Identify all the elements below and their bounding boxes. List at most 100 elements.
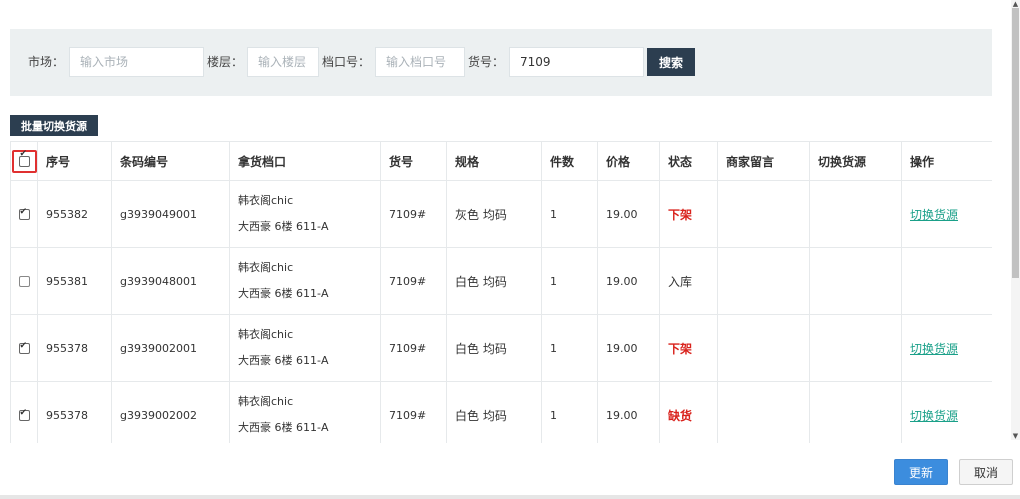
row-item-number: 7109#	[380, 247, 447, 315]
update-button[interactable]: 更新	[894, 459, 948, 485]
row-id: 955381	[37, 247, 112, 315]
header-barcode[interactable]: 条码编号	[111, 141, 230, 181]
row-status-cell: 缺货	[659, 381, 718, 443]
orders-table-container: 序号 条码编号 拿货档口 货号 规格 件数 价格 状态 商家留言 切换货源 操作…	[10, 141, 992, 443]
row-price: 19.00	[597, 314, 660, 382]
row-stall-name: 韩衣阁chic	[238, 194, 294, 207]
scroll-thumb[interactable]	[1012, 8, 1019, 278]
row-stall-name: 韩衣阁chic	[238, 395, 294, 408]
row-id: 955378	[37, 381, 112, 443]
search-panel: 市场： 楼层： 档口号： 货号： 搜索	[10, 29, 992, 96]
select-all-highlight	[11, 149, 37, 173]
cancel-button[interactable]: 取消	[959, 459, 1013, 485]
floor-label: 楼层：	[207, 55, 244, 69]
row-price: 19.00	[597, 381, 660, 443]
header-spec[interactable]: 规格	[446, 141, 542, 181]
switch-source-link[interactable]: 切换货源	[910, 342, 958, 356]
row-price: 19.00	[597, 247, 660, 315]
row-checkbox[interactable]	[18, 207, 30, 220]
table-row: 955381 g3939048001 韩衣阁chic 大西豪 6楼 611-A 7…	[10, 247, 992, 315]
row-switch-source	[809, 381, 902, 443]
header-item-number[interactable]: 货号	[380, 141, 447, 181]
row-id: 955382	[37, 180, 112, 248]
orders-table: 序号 条码编号 拿货档口 货号 规格 件数 价格 状态 商家留言 切换货源 操作…	[10, 141, 992, 443]
header-status[interactable]: 状态	[659, 141, 718, 181]
row-merchant-message	[717, 381, 810, 443]
row-stall-location: 大西豪 6楼 611-A	[238, 220, 329, 233]
row-switch-source	[809, 314, 902, 382]
scroll-up-icon[interactable]: ▲	[1011, 0, 1020, 8]
row-checkbox[interactable]	[18, 341, 30, 354]
row-spec: 白色 均码	[446, 314, 542, 382]
row-stall-location: 大西豪 6楼 611-A	[238, 287, 329, 300]
switch-source-link[interactable]: 切换货源	[910, 409, 958, 423]
row-switch-source	[809, 247, 902, 315]
table-body: 955382 g3939049001 韩衣阁chic 大西豪 6楼 611-A 7…	[10, 180, 992, 443]
item-number-input[interactable]	[509, 47, 644, 77]
row-spec: 灰色 均码	[446, 180, 542, 248]
floor-input[interactable]	[247, 47, 319, 77]
row-barcode: g3939002001	[111, 314, 230, 382]
header-price[interactable]: 价格	[597, 141, 660, 181]
header-quantity[interactable]: 件数	[541, 141, 598, 181]
scroll-down-icon[interactable]: ▼	[1011, 432, 1020, 440]
header-action: 操作	[901, 141, 992, 181]
row-merchant-message	[717, 247, 810, 315]
row-select-cell	[10, 180, 38, 248]
item-number-label: 货号：	[468, 55, 505, 69]
market-label: 市场：	[28, 55, 65, 69]
row-item-number: 7109#	[380, 381, 447, 443]
vertical-scrollbar[interactable]: ▲ ▼	[1011, 0, 1020, 440]
row-barcode: g3939048001	[111, 247, 230, 315]
footer-divider	[0, 495, 1020, 499]
header-merchant-message[interactable]: 商家留言	[717, 141, 810, 181]
row-select-cell	[10, 247, 38, 315]
row-select-cell	[10, 314, 38, 382]
table-row: 955378 g3939002002 韩衣阁chic 大西豪 6楼 611-A 7…	[10, 381, 992, 443]
search-button[interactable]: 搜索	[647, 48, 695, 76]
row-stall: 韩衣阁chic 大西豪 6楼 611-A	[229, 180, 381, 248]
row-status: 入库	[668, 274, 693, 289]
row-status: 缺货	[668, 408, 693, 423]
row-stall-location: 大西豪 6楼 611-A	[238, 354, 329, 367]
table-row: 955378 g3939002001 韩衣阁chic 大西豪 6楼 611-A 7…	[10, 314, 992, 382]
row-checkbox[interactable]	[18, 276, 30, 287]
row-stall: 韩衣阁chic 大西豪 6楼 611-A	[229, 247, 381, 315]
market-input[interactable]	[69, 47, 204, 77]
row-status-cell: 入库	[659, 247, 718, 315]
row-stall: 韩衣阁chic 大西豪 6楼 611-A	[229, 381, 381, 443]
row-price: 19.00	[597, 180, 660, 248]
row-stall: 韩衣阁chic 大西豪 6楼 611-A	[229, 314, 381, 382]
select-all-cell	[10, 141, 38, 181]
row-action-cell	[901, 247, 992, 315]
row-merchant-message	[717, 180, 810, 248]
row-status: 下架	[668, 341, 693, 356]
table-row: 955382 g3939049001 韩衣阁chic 大西豪 6楼 611-A 7…	[10, 180, 992, 248]
header-stall[interactable]: 拿货档口	[229, 141, 381, 181]
row-item-number: 7109#	[380, 314, 447, 382]
row-stall-name: 韩衣阁chic	[238, 328, 294, 341]
header-switch-source[interactable]: 切换货源	[809, 141, 902, 181]
row-action-cell: 切换货源	[901, 381, 992, 443]
stall-input[interactable]	[375, 47, 465, 77]
switch-source-link[interactable]: 切换货源	[910, 208, 958, 222]
row-quantity: 1	[541, 314, 598, 382]
row-stall-location: 大西豪 6楼 611-A	[238, 421, 329, 434]
header-id[interactable]: 序号	[37, 141, 112, 181]
row-action-cell: 切换货源	[901, 314, 992, 382]
row-status-cell: 下架	[659, 314, 718, 382]
row-id: 955378	[37, 314, 112, 382]
batch-switch-source-button[interactable]: 批量切换货源	[10, 115, 98, 136]
table-header-row: 序号 条码编号 拿货档口 货号 规格 件数 价格 状态 商家留言 切换货源 操作	[10, 141, 992, 181]
row-quantity: 1	[541, 247, 598, 315]
row-item-number: 7109#	[380, 180, 447, 248]
row-switch-source	[809, 180, 902, 248]
row-barcode: g3939049001	[111, 180, 230, 248]
select-all-checkbox[interactable]	[18, 155, 30, 167]
row-checkbox[interactable]	[18, 408, 30, 421]
stall-label: 档口号：	[322, 55, 371, 69]
row-quantity: 1	[541, 180, 598, 248]
row-merchant-message	[717, 314, 810, 382]
row-status: 下架	[668, 207, 693, 222]
row-barcode: g3939002002	[111, 381, 230, 443]
